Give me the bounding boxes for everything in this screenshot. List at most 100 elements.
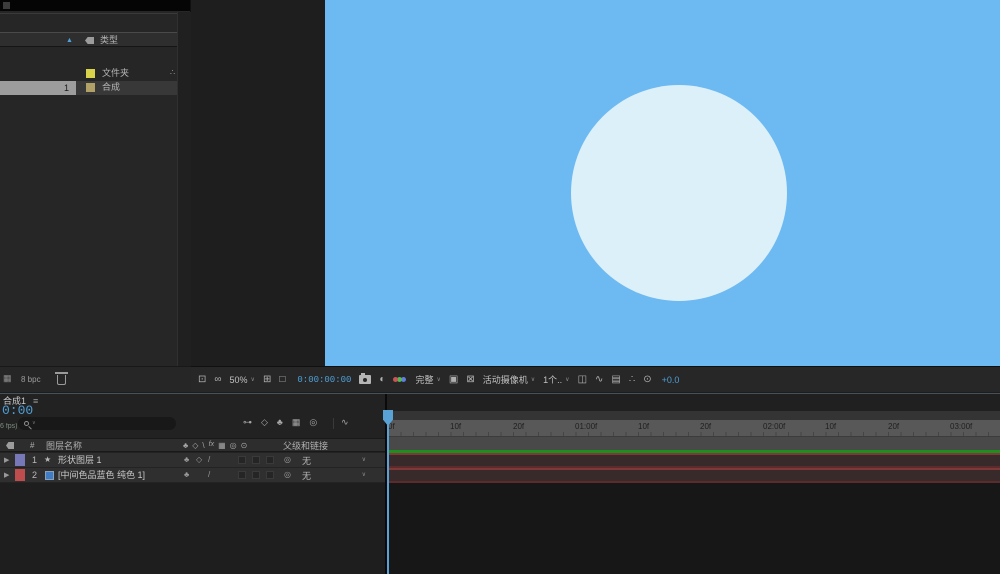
composition-icon: [86, 83, 95, 92]
snapshot-camera-icon[interactable]: [359, 375, 371, 384]
time-navigator[interactable]: [387, 411, 1000, 420]
search-input[interactable]: [39, 419, 149, 428]
switch-cell[interactable]: [252, 471, 260, 479]
project-list-header[interactable]: ▲ 类型: [0, 32, 183, 47]
mini-flowchart-icon[interactable]: ⊶: [243, 418, 252, 427]
label-color-chip[interactable]: [15, 454, 25, 466]
view-options-icon[interactable]: ∞: [214, 375, 221, 385]
work-area-band[interactable]: [387, 436, 1000, 450]
collapse-switch[interactable]: ◇: [196, 456, 202, 464]
layer-name[interactable]: [中间色品蓝色 纯色 1]: [58, 471, 145, 480]
draft-3d-icon[interactable]: ◇: [261, 418, 268, 427]
fast-preview-icon[interactable]: ∿: [595, 375, 603, 385]
shy-switch[interactable]: ♣: [184, 456, 189, 464]
quality-switch[interactable]: /: [208, 471, 210, 479]
project-item-comp[interactable]: 1 合成: [0, 81, 177, 95]
pixel-aspect-icon[interactable]: ◫: [578, 375, 587, 385]
show-channels-icon[interactable]: [393, 377, 407, 382]
shape-layer-ellipse: [571, 85, 787, 301]
ruler-tick-label: 20f: [888, 423, 899, 431]
label-tag-icon: [85, 37, 94, 44]
ruler-tick-label: 10f: [450, 423, 461, 431]
project-item-folder[interactable]: 文件夹 ∴: [0, 67, 177, 81]
resolution-dropdown[interactable]: 完整 ∨: [415, 373, 440, 386]
mask-visibility-icon[interactable]: □: [279, 375, 285, 385]
motion-blur-icon[interactable]: ◎: [309, 418, 317, 427]
expander-icon[interactable]: ▶: [4, 472, 9, 479]
pickwhip-icon[interactable]: ◎: [284, 456, 291, 464]
time-ruler[interactable]: 0f 10f 20f 01:00f 10f 20f 02:00f 10f 20f…: [387, 420, 1000, 436]
layer-name[interactable]: 形状图层 1: [58, 456, 102, 465]
label-color-chip[interactable]: [15, 469, 25, 481]
trash-icon[interactable]: [57, 375, 66, 385]
quality-switch[interactable]: /: [208, 456, 210, 464]
frame-blend-header-icon[interactable]: ▦: [218, 441, 226, 451]
composition-canvas[interactable]: [325, 0, 1000, 366]
bit-depth-label[interactable]: 8 bpc: [21, 376, 41, 384]
layer-duration-bar[interactable]: [387, 453, 1000, 468]
layer-name-header[interactable]: 图层名称: [46, 441, 82, 452]
panel-menu-square[interactable]: [3, 2, 10, 9]
show-snapshot-icon[interactable]: ◐: [379, 375, 385, 385]
active-camera-dropdown[interactable]: 活动摄像机 ∨: [483, 373, 535, 386]
hide-shy-icon[interactable]: ♣: [277, 418, 283, 427]
view-layout-dropdown[interactable]: 1个.. ∨: [543, 373, 569, 386]
viewer-toolbar: ⊡ ∞ 50% ∨ ⊞ □ 0:00:00:00 ◐ 完整 ∨ ▣ ⊠ 活动摄像…: [191, 366, 1000, 392]
switch-cell[interactable]: [266, 456, 274, 464]
region-of-interest-icon[interactable]: ▣: [449, 375, 458, 385]
graph-editor-icon[interactable]: ∿: [341, 418, 349, 427]
reset-exposure-icon[interactable]: ⊙: [643, 375, 651, 385]
panel-menu-icon[interactable]: ≡: [33, 396, 38, 407]
chevron-down-icon: ∨: [362, 457, 366, 463]
flowchart-button-icon[interactable]: ∴: [629, 375, 635, 385]
sort-ascending-icon: ▲: [66, 37, 73, 44]
fx-header-icon[interactable]: fx: [209, 441, 214, 451]
chevron-down-icon: ∨: [531, 377, 535, 383]
grid-guides-icon[interactable]: ⊞: [263, 375, 271, 385]
layer-duration-bar[interactable]: [387, 468, 1000, 483]
project-panel-top-strip: [0, 0, 190, 11]
switch-cell[interactable]: [266, 471, 274, 479]
layer-number: 2: [32, 471, 37, 480]
collapse-header-icon[interactable]: ◇: [192, 441, 198, 451]
preview-timecode[interactable]: 0:00:00:00: [297, 375, 351, 385]
ruler-tick-label: 01:00f: [575, 423, 597, 431]
timeline-panel: 合成1 ≡ 0:00 6 fps) ∨ ⊶ ◇ ♣ ▦ ◎ ∿ # 图层名称 ♣…: [0, 393, 1000, 574]
ruler-tick-label: 03:00f: [950, 423, 972, 431]
switch-cell[interactable]: [252, 456, 260, 464]
timeline-button-icon[interactable]: ▤: [611, 375, 620, 385]
project-scroll-strip[interactable]: [177, 12, 191, 392]
frame-blend-icon[interactable]: ▦: [292, 418, 301, 427]
playhead-line[interactable]: [387, 411, 389, 574]
pickwhip-icon[interactable]: ◎: [284, 471, 291, 479]
project-grid-icon[interactable]: ▦: [3, 374, 12, 383]
exposure-value[interactable]: +0.0: [662, 375, 680, 385]
magnification-dropdown[interactable]: 50% ∨: [230, 375, 255, 385]
preview-monitor-icon[interactable]: ⊡: [198, 375, 206, 385]
layer-row[interactable]: ▶ 2 [中间色品蓝色 纯色 1] ♣ / ◎ 无 ∨: [0, 468, 385, 483]
ruler-tick-label: 02:00f: [763, 423, 785, 431]
after-effects-app: ▲ 类型 文件夹 ∴ 1 合成 ▦ 8 bpc ⊡ ∞ 50%: [0, 0, 1000, 574]
timeline-search[interactable]: ∨: [18, 417, 176, 430]
ruler-tick-label: 20f: [700, 423, 711, 431]
search-caret-icon: ∨: [32, 421, 36, 426]
layer-row[interactable]: ▶ 1 ★ 形状图层 1 ♣ ◇ / ◎ 无 ∨: [0, 453, 385, 468]
layer-number-header[interactable]: #: [30, 441, 34, 451]
motion-blur-header-icon[interactable]: ◎: [230, 441, 237, 451]
type-column-header[interactable]: 类型: [100, 35, 118, 46]
expander-icon[interactable]: ▶: [4, 457, 9, 464]
shy-header-icon[interactable]: ♣: [183, 441, 188, 451]
project-item-name-cell[interactable]: 1: [0, 81, 76, 95]
transparency-grid-icon[interactable]: ⊠: [466, 375, 474, 385]
3d-header-icon[interactable]: ⊙: [241, 441, 248, 451]
parent-dropdown[interactable]: 无 ∨: [298, 454, 370, 466]
shape-layer-icon: ★: [44, 456, 51, 464]
switch-cell[interactable]: [238, 471, 246, 479]
chevron-down-icon: ∨: [251, 377, 255, 383]
quality-header-icon[interactable]: \: [202, 441, 204, 451]
shy-switch[interactable]: ♣: [184, 471, 189, 479]
parent-dropdown[interactable]: 无 ∨: [298, 469, 370, 481]
project-panel: ▲ 类型 文件夹 ∴ 1 合成 ▦ 8 bpc: [0, 0, 191, 392]
parent-link-header[interactable]: 父级和链接: [283, 441, 328, 452]
switch-cell[interactable]: [238, 456, 246, 464]
